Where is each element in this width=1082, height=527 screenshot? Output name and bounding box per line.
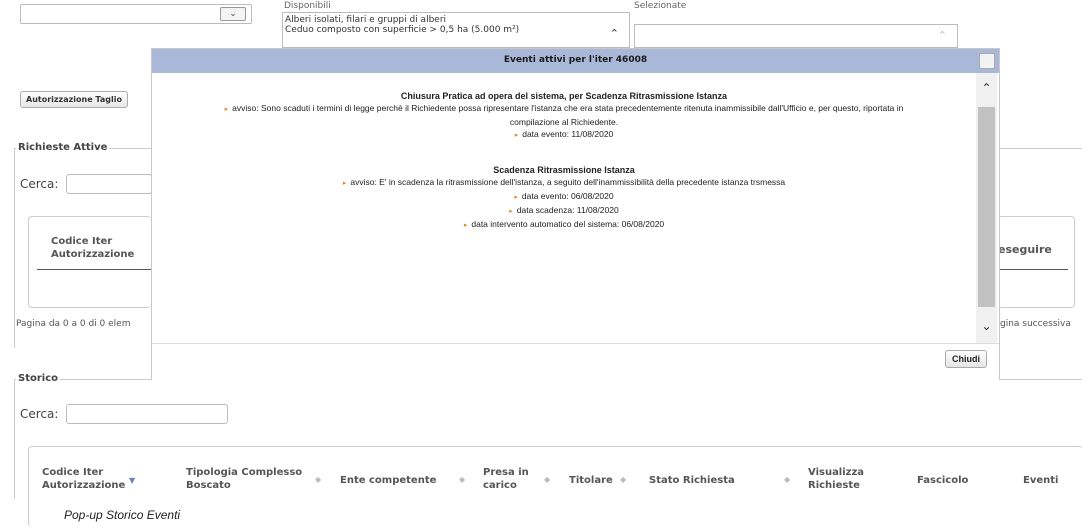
modal-header: Eventi attivi per l'iter 46008 [152,49,999,73]
sort-desc-icon[interactable]: ▼ [129,476,135,485]
modal-body: Chiusura Pratica ad opera del sistema, p… [152,73,976,343]
event-block: Chiusura Pratica ad opera del sistema, p… [152,90,976,142]
divider [14,148,15,348]
bullet-icon: ▸ [514,194,518,201]
column-header-fascicolo[interactable]: Fascicolo [917,474,968,487]
divider [14,379,15,499]
next-page-link[interactable]: gina successiva [1000,319,1071,329]
header-divider [998,269,1068,270]
column-header-tipologia[interactable]: Tipologia Complesso Boscato [186,466,302,492]
chevron-down-icon[interactable]: ⌄ [220,7,246,21]
richieste-table-right: eseguire [998,216,1075,308]
selezionate-label: Selezionate [634,1,687,11]
modal-title: Eventi attivi per l'iter 46008 [503,55,648,65]
sort-icon[interactable]: ◆ [620,475,626,484]
disponibili-label: Disponibili [284,1,331,11]
column-header-eseguire[interactable]: eseguire [998,243,1052,256]
event-title: Chiusura Pratica ad opera del sistema, p… [400,91,728,101]
storico-search-input[interactable] [66,404,228,424]
column-header-codice-iter[interactable]: Codice Iter Autorizzazione [51,235,134,261]
column-header-eventi[interactable]: Eventi [1023,474,1058,487]
autorizzazione-taglio-button[interactable]: Autorizzazione Taglio [20,91,128,108]
storico-table: Codice Iter Autorizzazione ▼ Tipologia Co… [28,446,1082,527]
bullet-icon: ▸ [509,208,513,215]
sort-icon[interactable]: ◆ [459,475,465,484]
sort-icon[interactable]: ◆ [784,475,790,484]
event-detail: data scadenza: 11/08/2020 [516,205,619,215]
scroll-down-icon[interactable]: ⌄ [976,319,997,333]
bullet-icon: ▸ [463,222,468,229]
chiudi-button[interactable]: Chiudi [945,350,987,368]
modal-footer: Chiudi [152,343,999,380]
column-header-stato-richiesta[interactable]: Stato Richiesta [649,474,735,487]
scrollbar-thumb[interactable] [978,107,995,307]
event-detail: data intervento automatico del sistema: … [471,219,665,229]
column-header-codice-iter[interactable]: Codice Iter Autorizzazione [42,466,125,492]
header-divider [37,269,151,270]
list-item[interactable]: Alberi isolati, filari e gruppi di alber… [283,13,629,25]
bullet-icon: ▸ [514,132,519,139]
eventi-modal: Eventi attivi per l'iter 46008 Chiusura … [151,48,1000,380]
event-block: Scadenza Ritrasmissione Istanza ▸ avviso:… [152,164,976,232]
storico-legend: Storico [16,373,61,384]
column-header-ente[interactable]: Ente competente [340,474,436,487]
figure-caption: Pop-up Storico Eventi [64,508,181,522]
scroll-up-icon[interactable]: ⌃ [938,29,947,42]
scroll-up-icon[interactable]: ⌃ [610,27,619,40]
richieste-attive-legend: Richieste Attive [16,142,110,153]
bullet-icon: ▸ [342,180,347,187]
cerca-label: Cerca: [20,407,59,421]
sort-icon[interactable]: ◆ [315,475,321,484]
richieste-table: Codice Iter Autorizzazione [28,216,151,308]
event-detail: data evento: 06/08/2020 [521,191,614,201]
event-avviso: avviso: E' in scadenza la ritrasmissione… [350,177,786,187]
list-item[interactable]: Ceduo composto con superficie > 0,5 ha (… [283,25,629,35]
scroll-up-icon[interactable]: ⌃ [976,81,997,95]
column-header-presa-in-carico[interactable]: Presa in carico [483,466,529,492]
close-icon[interactable] [979,53,995,69]
event-avviso-continued: compilazione al Richiedente. [509,117,619,127]
column-header-visualizza-richieste[interactable]: Visualizza Richieste [808,466,864,492]
sort-icon[interactable]: ◆ [544,475,550,484]
event-avviso: avviso: Sono scaduti i termini di legge … [232,103,904,113]
selezionate-listbox[interactable]: ⌃ [634,24,958,48]
tipologia-select[interactable]: ⌄ [20,4,252,24]
bullet-icon: ▸ [224,106,229,113]
cerca-label: Cerca: [20,177,59,191]
event-title: Scadenza Ritrasmissione Istanza [493,165,635,175]
disponibili-listbox[interactable]: Alberi isolati, filari e gruppi di alber… [282,12,630,48]
event-detail: data evento: 11/08/2020 [522,129,614,139]
richieste-search-input[interactable] [66,174,152,194]
column-header-titolare[interactable]: Titolare [569,474,613,487]
pagination-info: Pagina da 0 a 0 di 0 elem [16,319,131,329]
modal-scrollbar[interactable]: ⌃ ⌄ [976,73,997,343]
